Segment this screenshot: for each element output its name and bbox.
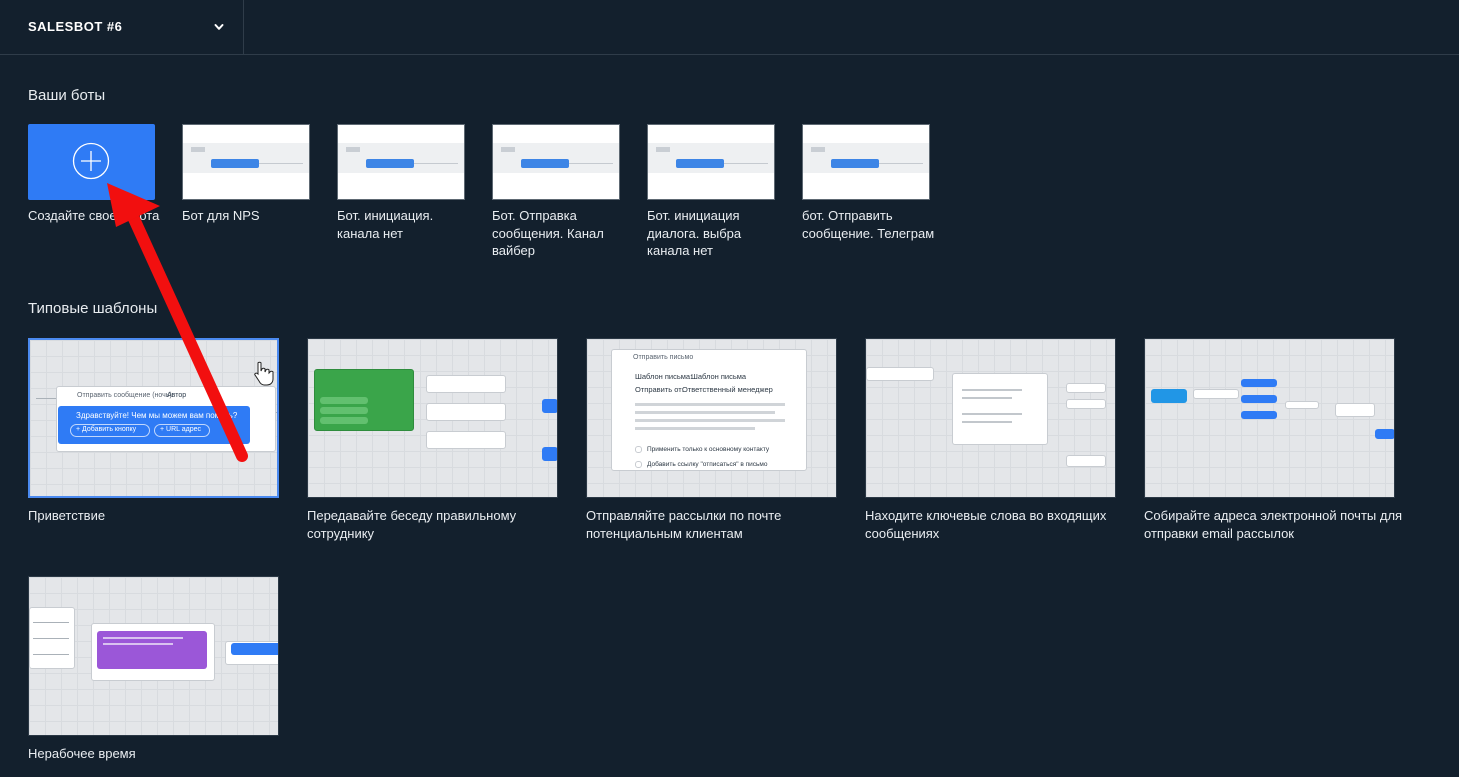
bot-name[interactable]: Бот. инициация. канала нет bbox=[337, 207, 462, 242]
template-name[interactable]: Отправляйте рассылки по почте потенциаль… bbox=[586, 507, 846, 542]
bot-name[interactable]: бот. Отправить сообщение. Телеграм bbox=[802, 207, 952, 242]
bot-selector-dropdown[interactable]: SALESBOT #6 bbox=[0, 0, 244, 55]
create-bot-label[interactable]: Создайте своего бота bbox=[28, 207, 178, 225]
template-thumbnail-email[interactable]: Отправить письмо Шаблон письма: Шаблон п… bbox=[586, 338, 837, 498]
section-title-templates: Типовые шаблоны bbox=[28, 300, 158, 317]
bot-selector-label: SALESBOT #6 bbox=[28, 19, 123, 34]
bot-thumbnail[interactable] bbox=[337, 124, 465, 200]
bot-thumbnail[interactable] bbox=[492, 124, 620, 200]
section-title-your-bots: Ваши боты bbox=[28, 87, 106, 104]
template-thumbnail-collect-emails[interactable] bbox=[1144, 338, 1395, 498]
top-bar: SALESBOT #6 bbox=[0, 0, 1459, 55]
template-thumbnail-off-hours[interactable] bbox=[28, 576, 279, 736]
template-name[interactable]: Находите ключевые слова во входящих сооб… bbox=[865, 507, 1125, 542]
bot-name[interactable]: Бот. инициация диалога. выбра канала нет bbox=[647, 207, 772, 260]
template-name[interactable]: Собирайте адреса электронной почты для о… bbox=[1144, 507, 1404, 542]
template-thumbnail-greeting[interactable]: Отправить сообщение (ночь): Автор Здравс… bbox=[28, 338, 279, 498]
app-root: SALESBOT #6 Ваши боты Создайте своего бо… bbox=[0, 0, 1459, 777]
bot-name[interactable]: Бот. Отправка сообщения. Канал вайбер bbox=[492, 207, 617, 260]
plus-circle-icon[interactable] bbox=[72, 142, 110, 180]
template-thumbnail-transfer[interactable] bbox=[307, 338, 558, 498]
template-name[interactable]: Передавайте беседу правильному сотрудник… bbox=[307, 507, 567, 542]
bot-thumbnail[interactable] bbox=[182, 124, 310, 200]
bot-thumbnail[interactable] bbox=[647, 124, 775, 200]
template-name[interactable]: Нерабочее время bbox=[28, 745, 288, 763]
template-name[interactable]: Приветствие bbox=[28, 507, 288, 525]
template-thumbnail-keywords[interactable] bbox=[865, 338, 1116, 498]
bot-thumbnail[interactable] bbox=[802, 124, 930, 200]
bot-name[interactable]: Бот для NPS bbox=[182, 207, 322, 225]
chevron-down-icon bbox=[214, 24, 224, 30]
